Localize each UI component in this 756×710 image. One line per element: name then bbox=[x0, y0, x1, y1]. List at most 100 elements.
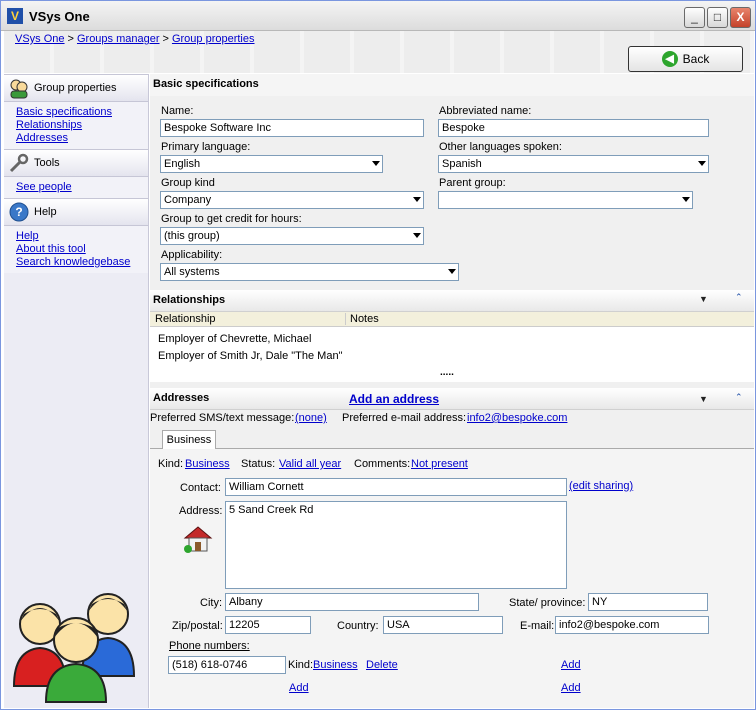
state-field[interactable] bbox=[588, 593, 708, 611]
add-address-link[interactable]: Add an address bbox=[349, 392, 439, 406]
collapse-up-icon[interactable]: ⌃ bbox=[735, 392, 743, 403]
zip-field[interactable] bbox=[225, 616, 311, 634]
collapse-up-icon[interactable]: ⌃ bbox=[735, 292, 743, 303]
group-kind-select[interactable]: Company bbox=[160, 191, 424, 209]
phone-kind-link[interactable]: Business bbox=[313, 659, 358, 671]
sidebar-head-group-properties: Group properties bbox=[4, 74, 148, 102]
sidebar-item-addresses[interactable]: Addresses bbox=[16, 132, 148, 145]
column-relationship[interactable]: Relationship bbox=[155, 313, 216, 325]
phone-field[interactable] bbox=[168, 656, 286, 674]
more-rows-handle[interactable]: ..... bbox=[440, 367, 454, 378]
status-label: Status: bbox=[241, 458, 276, 470]
sidebar-links-tools: See people bbox=[4, 177, 148, 198]
credit-group-label: Group to get credit for hours: bbox=[161, 213, 302, 225]
sidebar-item-search-knowledgebase[interactable]: Search knowledgebase bbox=[16, 256, 148, 269]
applicability-value: All systems bbox=[164, 266, 220, 278]
table-row[interactable]: Employer of Chevrette, Michael bbox=[158, 333, 311, 345]
page-header: VSys One > Groups manager > Group properties… bbox=[4, 31, 754, 73]
contact-field[interactable] bbox=[225, 478, 567, 496]
primary-language-value: English bbox=[164, 158, 201, 170]
pref-sms-link[interactable]: (none) bbox=[295, 412, 327, 424]
other-languages-select[interactable]: Spanish bbox=[438, 155, 709, 173]
tab-business[interactable]: Business bbox=[162, 430, 216, 449]
window-title: VSys One bbox=[29, 9, 90, 24]
delete-phone-link[interactable]: Delete bbox=[366, 659, 398, 671]
relationships-header: Relationship Notes bbox=[150, 312, 754, 327]
maximize-button[interactable]: □ bbox=[707, 7, 728, 28]
sidebar-head-help: ? Help bbox=[4, 198, 148, 226]
comments-label: Comments: bbox=[354, 458, 411, 470]
name-label: Name: bbox=[161, 105, 194, 117]
chevron-down-icon bbox=[413, 197, 421, 202]
people-group-icon bbox=[12, 593, 136, 703]
sidebar-item-relationships[interactable]: Relationships bbox=[16, 119, 148, 132]
help-icon: ? bbox=[8, 201, 30, 223]
kind-link[interactable]: Business bbox=[185, 458, 230, 470]
other-languages-value: Spanish bbox=[442, 158, 482, 170]
section-basic-specifications: Basic specifications bbox=[150, 74, 754, 96]
status-link[interactable]: Valid all year bbox=[279, 458, 341, 470]
edit-sharing-link[interactable]: (edit sharing) bbox=[569, 480, 633, 492]
breadcrumb-groups-manager[interactable]: Groups manager bbox=[77, 33, 160, 45]
parent-group-select[interactable] bbox=[438, 191, 693, 209]
state-label: State/ province: bbox=[509, 597, 586, 609]
applicability-select[interactable]: All systems bbox=[160, 263, 459, 281]
column-notes[interactable]: Notes bbox=[345, 313, 379, 325]
relationships-table: Relationship Notes Employer of Chevrette… bbox=[150, 312, 754, 382]
sidebar-links-group-properties: Basic specifications Relationships Addre… bbox=[4, 102, 148, 149]
primary-language-label: Primary language: bbox=[161, 141, 251, 153]
city-label: City: bbox=[200, 597, 222, 609]
other-languages-label: Other languages spoken: bbox=[439, 141, 562, 153]
relationships-title: Relationships bbox=[153, 294, 226, 306]
city-field[interactable] bbox=[225, 593, 479, 611]
sidebar-item-help[interactable]: Help bbox=[16, 230, 148, 243]
chevron-down-icon bbox=[698, 161, 706, 166]
minimize-button[interactable]: _ bbox=[684, 7, 705, 28]
add-other-link[interactable]: Add bbox=[561, 682, 581, 694]
sidebar-item-about[interactable]: About this tool bbox=[16, 243, 148, 256]
phone-numbers-label: Phone numbers: bbox=[169, 640, 250, 652]
abbr-field[interactable] bbox=[438, 119, 709, 137]
credit-group-select[interactable]: (this group) bbox=[160, 227, 424, 245]
breadcrumb-group-properties[interactable]: Group properties bbox=[172, 33, 255, 45]
pref-email-label: Preferred e-mail address: bbox=[342, 412, 467, 424]
sidebar-item-basic-specifications[interactable]: Basic specifications bbox=[16, 106, 148, 119]
address-textarea[interactable]: 5 Sand Creek Rd bbox=[225, 501, 567, 589]
svg-text:?: ? bbox=[15, 205, 22, 219]
sidebar-links-help: Help About this tool Search knowledgebas… bbox=[4, 226, 148, 273]
pref-email-link[interactable]: info2@bespoke.com bbox=[467, 412, 567, 424]
wrench-icon bbox=[8, 152, 30, 174]
collapse-down-icon[interactable]: ▼ bbox=[699, 394, 708, 404]
back-button[interactable]: ◀ Back bbox=[628, 46, 743, 72]
name-field[interactable] bbox=[160, 119, 424, 137]
chevron-down-icon bbox=[413, 233, 421, 238]
table-row[interactable]: Employer of Smith Jr, Dale "The Man" bbox=[158, 350, 343, 362]
country-label: Country: bbox=[337, 620, 379, 632]
app-window: V VSys One _ □ X VSys One > Groups manager… bbox=[0, 0, 756, 710]
chevron-down-icon bbox=[448, 269, 456, 274]
sidebar-head-tools: Tools bbox=[4, 149, 148, 177]
add-phone-link[interactable]: Add bbox=[289, 682, 309, 694]
section-addresses: Addresses bbox=[150, 388, 754, 410]
sidebar-title-tools: Tools bbox=[34, 157, 60, 169]
breadcrumb-separator: > bbox=[162, 33, 169, 45]
country-field[interactable] bbox=[383, 616, 503, 634]
breadcrumb-vsys-one[interactable]: VSys One bbox=[15, 33, 65, 45]
back-arrow-icon: ◀ bbox=[661, 51, 678, 67]
primary-language-select[interactable]: English bbox=[160, 155, 383, 173]
parent-group-label: Parent group: bbox=[439, 177, 506, 189]
sidebar-item-see-people[interactable]: See people bbox=[16, 181, 148, 194]
house-icon[interactable] bbox=[182, 524, 214, 554]
breadcrumb-separator: > bbox=[67, 33, 74, 45]
close-button[interactable]: X bbox=[730, 7, 751, 28]
group-kind-value: Company bbox=[164, 194, 212, 206]
collapse-down-icon[interactable]: ▼ bbox=[699, 294, 708, 304]
title-bar: V VSys One _ □ X bbox=[1, 1, 755, 31]
email-label: E-mail: bbox=[520, 620, 555, 632]
comments-link[interactable]: Not present bbox=[411, 458, 468, 470]
email-field[interactable] bbox=[555, 616, 709, 634]
pref-sms-label: Preferred SMS/text message: bbox=[150, 412, 295, 424]
sidebar: Group properties Basic specifications Re… bbox=[4, 74, 149, 708]
add-email-link[interactable]: Add bbox=[561, 659, 581, 671]
back-label: Back bbox=[682, 52, 710, 66]
